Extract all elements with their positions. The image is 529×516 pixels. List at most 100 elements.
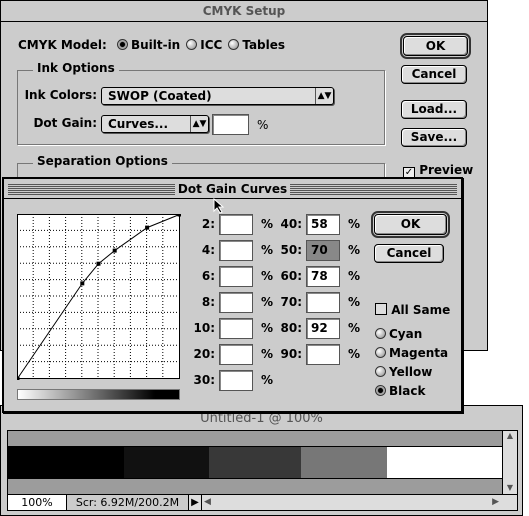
- status-menu-arrow-icon[interactable]: ▶: [189, 495, 202, 510]
- dot-gain-input[interactable]: [219, 344, 253, 365]
- separation-options-title: Separation Options: [33, 154, 172, 168]
- tone-swatch: [209, 447, 301, 478]
- dot-gain-curve-graph[interactable]: [17, 214, 181, 380]
- dot-gain-field-label: 4:: [201, 243, 215, 257]
- status-bar: 100% Scr: 6.92M/200.2M ▶ ◀ ▶: [7, 494, 518, 511]
- dot-gain-field-label: 6:: [201, 269, 215, 283]
- radio-label: Yellow: [389, 365, 433, 379]
- percent-label: %: [348, 347, 361, 361]
- dot-gain-select[interactable]: Curves... ▲▼: [101, 115, 209, 133]
- curve-point[interactable]: [17, 376, 20, 381]
- curve-point[interactable]: [145, 225, 150, 230]
- tone-swatch: [387, 447, 502, 478]
- scroll-up-arrow-icon[interactable]: ▲: [503, 431, 517, 440]
- load-button[interactable]: Load...: [401, 100, 467, 119]
- dot-gain-input[interactable]: 58: [306, 214, 340, 235]
- percent-label: %: [261, 373, 274, 387]
- dot-gain-input[interactable]: [219, 240, 253, 261]
- cmyk-model-radio-built-in[interactable]: Built-in: [116, 38, 181, 52]
- dot-gain-input[interactable]: [219, 318, 253, 339]
- ink-options-group: [17, 70, 385, 145]
- percent-label: %: [257, 118, 269, 132]
- curves-cancel-button[interactable]: Cancel: [374, 244, 444, 263]
- ink-colors-label: Ink Colors:: [24, 88, 97, 102]
- curve-point[interactable]: [177, 214, 182, 217]
- cmyk-model-radio-icc[interactable]: ICC: [186, 38, 222, 52]
- curve-point[interactable]: [80, 281, 85, 286]
- dot-gain-field-label: 80:: [280, 321, 303, 335]
- percent-label: %: [348, 243, 361, 257]
- dot-gain-input[interactable]: [219, 292, 253, 313]
- dot-gain-input[interactable]: 78: [306, 266, 340, 287]
- dot-gain-input[interactable]: [219, 266, 253, 287]
- dot-gain-input[interactable]: [219, 370, 253, 391]
- dot-gain-percent-input[interactable]: [212, 114, 249, 135]
- dot-gain-input[interactable]: 70: [306, 240, 340, 261]
- zoom-level[interactable]: 100%: [8, 495, 67, 510]
- vertical-scrollbar[interactable]: ▲ ▼: [502, 430, 518, 495]
- radio-label: Black: [389, 384, 426, 398]
- updown-arrows-icon: ▲▼: [190, 116, 208, 132]
- radio-label: Built-in: [130, 38, 181, 52]
- dot-gain-field-label: 60:: [280, 269, 303, 283]
- cmyk-model-row: CMYK Model: Built-in ICC Tables: [18, 38, 285, 52]
- dot-gain-field-label: 20:: [193, 347, 216, 361]
- dot-gain-input[interactable]: [306, 292, 340, 313]
- radio-label: Magenta: [389, 346, 449, 360]
- dot-gain-input[interactable]: [306, 344, 340, 365]
- dot-gain-input[interactable]: 92: [306, 318, 340, 339]
- canvas[interactable]: [7, 430, 503, 495]
- curve-point[interactable]: [96, 261, 101, 266]
- ok-button[interactable]: OK: [400, 33, 471, 59]
- ink-colors-select[interactable]: SWOP (Coated) ▲▼: [101, 87, 334, 105]
- dot-gain-field-label: 2:: [201, 217, 215, 231]
- scratch-size: Scr: 6.92M/200.2M: [67, 495, 189, 510]
- channel-radio-black[interactable]: Black: [375, 382, 448, 401]
- percent-label: %: [348, 269, 361, 283]
- ink-options-title: Ink Options: [33, 61, 119, 75]
- radio-icon: [116, 39, 128, 50]
- scroll-left-arrow-icon[interactable]: ◀: [204, 495, 216, 510]
- tone-swatch: [8, 447, 124, 478]
- dot-gain-field-label: 50:: [280, 243, 303, 257]
- all-same-label: All Same: [391, 303, 451, 317]
- cmyk-model-radio-tables[interactable]: Tables: [228, 38, 285, 52]
- dot-gain-field-label: 8:: [201, 295, 215, 309]
- save-button[interactable]: Save...: [401, 128, 467, 147]
- dot-gain-field-label: 40:: [280, 217, 303, 231]
- preview-label: Preview: [419, 163, 474, 177]
- dialog-title-bar[interactable]: Dot Gain Curves: [4, 179, 461, 199]
- channel-radio-magenta[interactable]: Magenta: [375, 344, 448, 363]
- curve-point[interactable]: [112, 248, 117, 253]
- document-window: Untitled-1 @ 100% ▲ ▼ 100% Scr: 6.92M/20…: [0, 405, 523, 516]
- dot-gain-field-label: 70:: [280, 295, 303, 309]
- radio-icon: [375, 347, 386, 358]
- channel-radio-cyan[interactable]: Cyan: [375, 325, 448, 344]
- radio-icon: [186, 39, 198, 50]
- radio-label: Cyan: [389, 327, 423, 341]
- channel-radio-yellow[interactable]: Yellow: [375, 363, 448, 382]
- percent-label: %: [348, 217, 361, 231]
- radio-icon: [228, 39, 240, 50]
- scroll-right-arrow-icon[interactable]: ▶: [492, 495, 499, 510]
- dot-gain-value: Curves...: [108, 117, 169, 131]
- all-same-checkbox[interactable]: All Same: [375, 303, 450, 317]
- window-title: CMYK Setup: [1, 1, 487, 22]
- dot-gain-curves-dialog: Dot Gain Curves 2: % 4: % 6: % 8: % 10: % 20:…: [2, 177, 463, 413]
- percent-label: %: [348, 321, 361, 335]
- scroll-down-arrow-icon[interactable]: ▼: [503, 483, 517, 492]
- dot-gain-field-label: 30:: [193, 373, 216, 387]
- document-title: Untitled-1 @ 100%: [200, 411, 323, 426]
- dot-gain-label: Dot Gain:: [33, 116, 97, 130]
- ink-colors-value: SWOP (Coated): [108, 89, 212, 103]
- radio-label: ICC: [200, 38, 223, 52]
- tone-gradient: [17, 389, 180, 400]
- radio-icon: [375, 385, 386, 396]
- updown-arrows-icon: ▲▼: [315, 88, 333, 104]
- tone-swatch: [124, 447, 209, 478]
- dot-gain-input[interactable]: [219, 214, 253, 235]
- tone-swatch: [301, 447, 387, 478]
- radio-label: Tables: [242, 38, 286, 52]
- curves-ok-button[interactable]: OK: [371, 211, 450, 238]
- cancel-button[interactable]: Cancel: [401, 65, 467, 84]
